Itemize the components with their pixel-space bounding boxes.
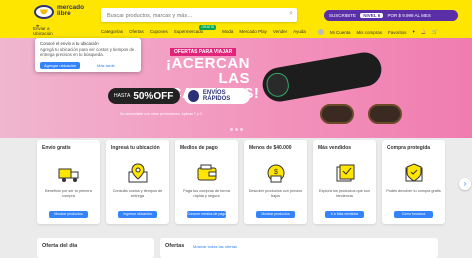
subscription-promo[interactable]: SUSCRIBITE NIVEL 6 POR $ 9.999 AL MES: [324, 10, 458, 21]
search-bar[interactable]: ⌕: [101, 8, 297, 22]
card-description: Beneficio por ser tu primera compra: [45, 189, 92, 198]
card-button[interactable]: Mostrar productos: [256, 211, 295, 218]
location-pin-icon: [128, 163, 148, 183]
card-button[interactable]: Ir a Más vendidos: [325, 211, 364, 218]
nav-ayuda[interactable]: Ayuda: [293, 29, 306, 34]
show-all-offers-link[interactable]: Mostrar todas las ofertas: [193, 244, 237, 249]
deal-of-day-title: Oferta del día: [42, 243, 78, 249]
card-description: Pagá tus compras de forma rápida y segur…: [183, 189, 230, 198]
nav-favoritos[interactable]: Favoritos: [388, 30, 407, 35]
nav-mercado-play[interactable]: Mercado Play: [239, 29, 267, 34]
fast-shipping-pill: ENVÍOS RÁPIDOS: [184, 88, 250, 104]
card-button[interactable]: Conocer medios de pago: [187, 211, 226, 218]
card-title: Menos de $40.000: [249, 145, 292, 151]
chevron-right-icon: ›: [463, 179, 467, 188]
promo-badge: NIVEL 6: [360, 13, 384, 18]
card-title: Medios de pago: [180, 145, 218, 151]
card-payment[interactable]: Medios de pago Pagá tus compras de forma…: [175, 140, 238, 224]
search-input[interactable]: [105, 9, 284, 22]
nav-cupones[interactable]: Cupones: [150, 29, 168, 34]
add-location-button[interactable]: Agregar ubicación: [40, 62, 81, 69]
shield-icon: [405, 163, 423, 182]
card-free-shipping[interactable]: Envío gratis Beneficio por ser tu primer…: [37, 140, 100, 224]
promo-prefix: SUSCRIBITE: [329, 13, 357, 18]
location-line2: Ubicación: [33, 31, 53, 36]
nav-vender[interactable]: Vender: [273, 29, 287, 34]
banner-legal: No acumulable con otras promociones. Apl…: [120, 112, 204, 116]
svg-text:$: $: [274, 169, 278, 176]
nav-moda[interactable]: Moda: [222, 29, 233, 34]
card-button[interactable]: Cómo funciona: [394, 211, 433, 218]
user-nav: Mi Cuenta Mis compras Favoritos ▾ 🔔 🛒: [318, 29, 438, 35]
price-tag-icon: $: [267, 164, 285, 183]
card-location[interactable]: Ingresá tu ubicación Consulta costos y t…: [106, 140, 169, 224]
truck-icon: [188, 90, 199, 102]
card-protected-purchase[interactable]: Compra protegida Podés devolver tu compr…: [382, 140, 445, 224]
carousel-dots[interactable]: [230, 128, 243, 131]
nav-mis-compras[interactable]: Mis compras: [357, 30, 383, 35]
lens-left: [320, 104, 354, 124]
main-nav: Categorías Ofertas Cupones Supermercado …: [101, 25, 306, 34]
nav-supermercado[interactable]: Supermercado: [174, 29, 204, 34]
lens-right: [368, 104, 402, 124]
header: 🤝 mercado libre ⌕ SUSCRIBITE NIVEL 6 POR…: [0, 0, 472, 38]
card-description: Podés devolver tu compra gratis: [386, 189, 441, 193]
speaker-image: [259, 49, 385, 105]
search-icon[interactable]: ⌕: [289, 10, 293, 18]
card-title: Más vendidos: [318, 145, 352, 151]
card-title: Compra protegida: [387, 145, 431, 151]
discount-value: 50%OFF: [133, 90, 174, 102]
logo-text[interactable]: mercado libre: [57, 4, 87, 17]
card-low-price[interactable]: Menos de $40.000 $ Descubrí productos co…: [244, 140, 307, 224]
nav-mi-cuenta[interactable]: Mi Cuenta: [330, 30, 351, 35]
shipping-label: ENVÍOS RÁPIDOS: [202, 90, 231, 102]
truck-icon: [58, 168, 79, 182]
nav-categorias[interactable]: Categorías: [101, 29, 123, 34]
offers-section: Ofertas Mostrar todas las ofertas: [160, 238, 438, 258]
nav-badge: GRATIS: [199, 25, 217, 30]
card-title: Ingresá tu ubicación: [111, 145, 160, 151]
popup-description: Agregá tu ubicación para ver costos y ti…: [40, 47, 135, 57]
chevron-down-icon[interactable]: ▾: [413, 29, 415, 35]
cart-icon[interactable]: 🛒: [432, 29, 438, 35]
carousel-dot[interactable]: [230, 128, 233, 131]
deal-of-day-section: Oferta del día: [37, 238, 154, 258]
carousel-next-button[interactable]: ›: [459, 178, 471, 190]
discount-prefix: HASTA: [114, 93, 131, 99]
later-button[interactable]: Más tarde: [97, 63, 115, 68]
location-popup: Conocé el envío a tu ubicación Agregá tu…: [35, 38, 141, 72]
sunglasses-image: [312, 98, 422, 126]
carousel-dot[interactable]: [235, 128, 238, 131]
bestseller-icon: [336, 164, 355, 182]
discount-pill: HASTA 50%OFF: [108, 88, 180, 104]
card-button[interactable]: Mostrar productos: [49, 211, 88, 218]
promo-suffix: POR $ 9.999 AL MES: [387, 13, 431, 18]
wallet-icon: [197, 164, 217, 181]
bell-icon[interactable]: 🔔: [421, 29, 427, 35]
card-button[interactable]: Ingresar ubicación: [118, 211, 157, 218]
offers-title: Ofertas: [165, 243, 185, 249]
card-description: Descubrí productos con precios bajos: [248, 189, 303, 198]
card-bestsellers[interactable]: Más vendidos Explorá los productos que s…: [313, 140, 376, 224]
avatar[interactable]: [318, 29, 324, 35]
card-description: Explorá los productos que son tendencia: [318, 189, 371, 198]
card-description: Consulta costos y tiempos de entrega: [112, 189, 163, 198]
nav-ofertas[interactable]: Ofertas: [129, 29, 144, 34]
mercadolibre-logo-icon[interactable]: 🤝: [34, 5, 54, 19]
location-selector[interactable]: Enviar a Ubicación: [33, 26, 53, 36]
card-title: Envío gratis: [42, 145, 71, 151]
popup-title: Conocé el envío a tu ubicación: [40, 41, 99, 46]
carousel-dot[interactable]: [240, 128, 243, 131]
